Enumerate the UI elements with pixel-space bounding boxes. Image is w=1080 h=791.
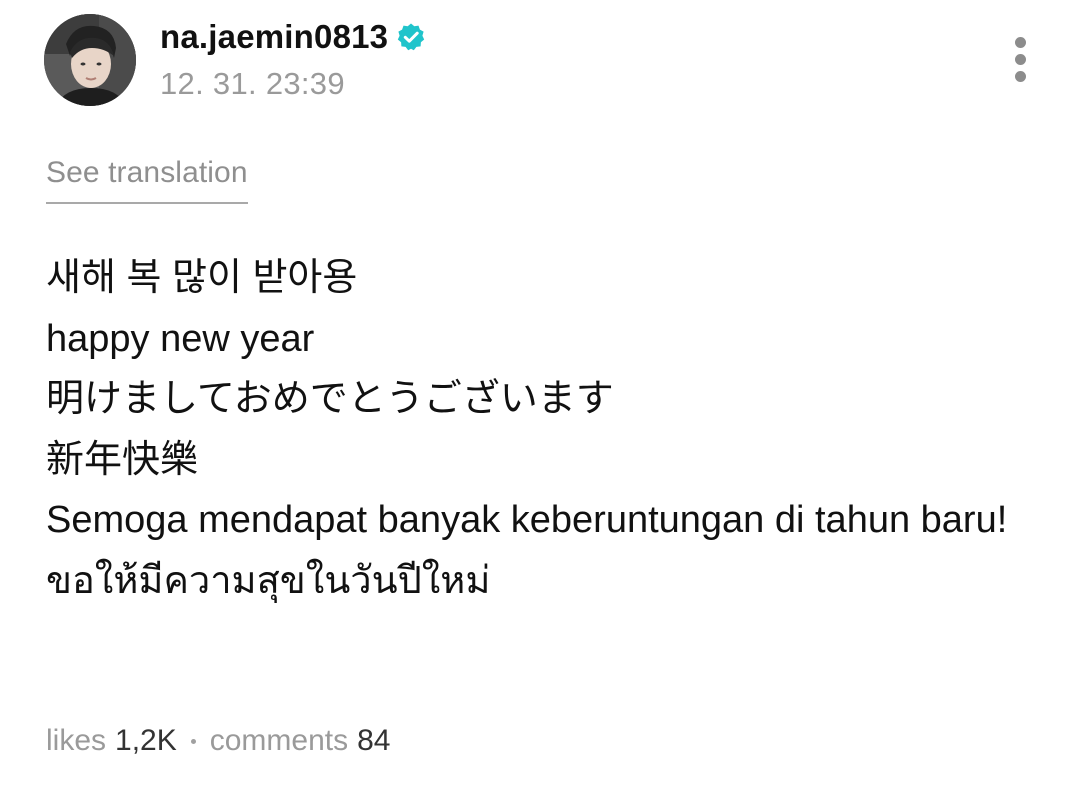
post-line-japanese: 明けましておめでとうございます xyxy=(46,378,614,420)
likes-count[interactable]: 1,2K xyxy=(115,724,177,758)
more-vertical-icon xyxy=(1015,71,1026,82)
post-stats: likes 1,2K comments 84 xyxy=(46,724,390,758)
verified-badge-icon xyxy=(396,22,426,52)
author-row: na.jaemin0813 xyxy=(160,18,426,56)
post-line-thai: ขอให้มีความสุขในวันปีใหม่ xyxy=(46,559,491,602)
post-line-indonesian: Semoga mendapat banyak keberuntungan di … xyxy=(46,499,1008,541)
post-line-english: happy new year xyxy=(46,317,315,360)
likes-label[interactable]: likes xyxy=(46,724,106,758)
post-body: 새해 복 많이 받아용 happy new year 明けましておめでとうござい… xyxy=(46,248,1026,611)
post-header: na.jaemin0813 12. 31. 23:39 xyxy=(44,12,1044,108)
comments-label[interactable]: comments xyxy=(210,724,348,758)
stats-separator xyxy=(190,738,196,744)
see-translation-link[interactable]: See translation xyxy=(46,156,248,204)
avatar-image xyxy=(44,14,136,106)
more-vertical-icon xyxy=(1015,37,1026,48)
post-card: na.jaemin0813 12. 31. 23:39 See translat… xyxy=(0,0,1080,791)
post-line-chinese: 新年快樂 xyxy=(46,438,199,481)
username[interactable]: na.jaemin0813 xyxy=(160,18,388,56)
avatar[interactable] xyxy=(44,14,136,106)
more-vertical-icon xyxy=(1015,54,1026,65)
comments-count[interactable]: 84 xyxy=(357,724,390,758)
post-line-korean: 새해 복 많이 받아용 xyxy=(46,257,358,299)
more-options-button[interactable] xyxy=(1004,36,1038,84)
post-timestamp: 12. 31. 23:39 xyxy=(160,66,345,101)
